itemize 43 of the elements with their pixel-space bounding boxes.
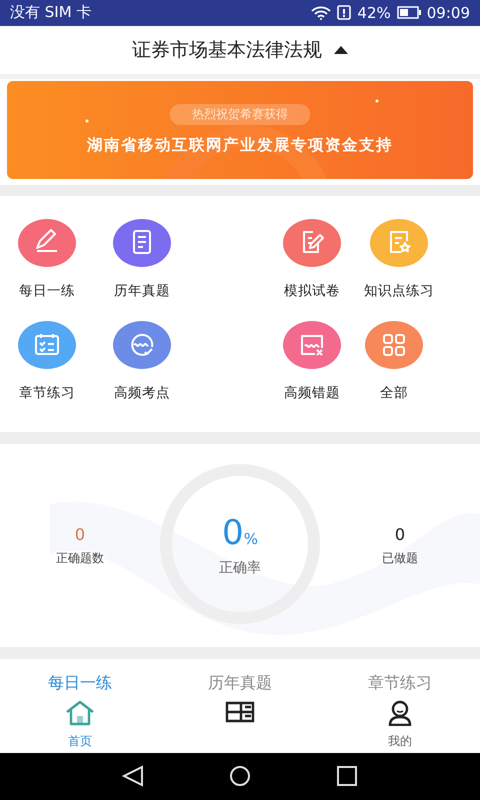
banner-headline: 湖南省移动互联网产业发展专项资金支持 <box>87 135 393 156</box>
clipboard-icon <box>133 230 151 254</box>
feature-button[interactable]: 模拟试卷 <box>282 218 342 300</box>
home-icon <box>65 700 95 726</box>
checklist-icon <box>35 333 59 356</box>
home-button-icon[interactable] <box>228 765 251 788</box>
feature-button[interactable]: 知识点练习 <box>364 218 434 300</box>
practice-tab[interactable]: 每日一练 <box>48 671 112 696</box>
nav-tab[interactable]: 我的 <box>355 700 445 753</box>
back-icon[interactable] <box>122 765 144 788</box>
feature-button[interactable]: 高频考点 <box>112 320 172 402</box>
edit-icon <box>303 231 324 254</box>
practice-tab[interactable]: 历年真题 <box>208 671 272 696</box>
person-icon <box>387 700 413 726</box>
battery-percent: 42% <box>357 4 391 22</box>
grid-icon <box>383 334 405 356</box>
page-title: 证券市场基本法律法规 <box>132 38 322 63</box>
wifi-icon <box>311 6 332 20</box>
alert-icon <box>337 5 352 20</box>
chart-cross-icon <box>301 335 323 356</box>
clock: 09:09 <box>426 4 470 22</box>
feature-button[interactable]: 每日一练 <box>17 218 77 300</box>
pencil-icon <box>36 229 58 252</box>
accuracy-value: 0 <box>222 514 244 551</box>
done-count: 0 <box>394 524 406 544</box>
banner-subtitle: 热烈祝贺希赛获得 <box>170 104 310 126</box>
nav-tab[interactable]: 首页 <box>35 700 125 753</box>
recent-apps-icon[interactable] <box>336 765 358 788</box>
document-star-icon <box>390 231 410 254</box>
stat-label: 正确率 <box>219 558 261 577</box>
battery-icon <box>396 6 421 20</box>
feature-button[interactable]: 高频错题 <box>282 320 342 402</box>
carrier-name: 没有 SIM 卡 <box>10 3 92 22</box>
stat-label: 正确题数 <box>56 550 104 567</box>
percent-sign: % <box>244 530 258 548</box>
stat-label: 已做题 <box>382 550 418 567</box>
feature-button[interactable]: 全部 <box>364 320 424 402</box>
book-icon <box>225 700 255 724</box>
chart-check-icon <box>131 334 154 356</box>
feature-button[interactable]: 章节练习 <box>17 320 77 402</box>
correct-count: 0 <box>74 524 86 544</box>
practice-tab[interactable]: 章节练习 <box>368 671 432 696</box>
feature-button[interactable]: 历年真题 <box>112 218 172 300</box>
